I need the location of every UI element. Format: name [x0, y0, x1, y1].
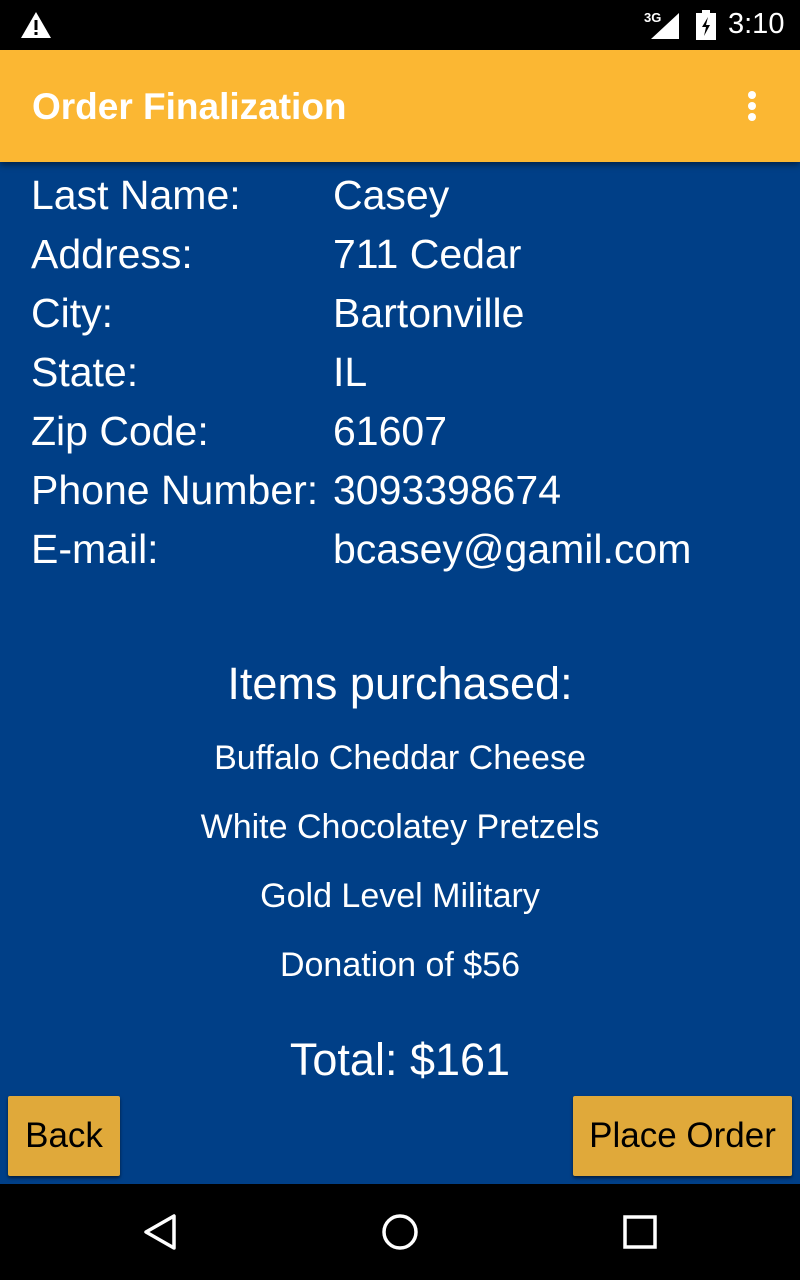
address-label: Address: [31, 231, 193, 277]
items-heading: Items purchased: [227, 658, 573, 709]
last-name-value: Casey [333, 172, 450, 218]
email-value: bcasey@gamil.com [333, 526, 692, 572]
battery-icon [696, 10, 716, 40]
order-total: Total: $161 [289, 1034, 511, 1085]
zip-code-value: 61607 [333, 408, 448, 454]
status-bar: 3G 3:10 [0, 0, 800, 50]
zip-code-label: Zip Code: [31, 408, 209, 454]
status-clock: 3:10 [728, 8, 785, 40]
state-label: State: [31, 349, 139, 395]
back-button[interactable]: Back [8, 1096, 120, 1176]
nav-recents-icon[interactable] [620, 1212, 660, 1252]
nav-back-icon[interactable] [141, 1212, 181, 1252]
item-line: Gold Level Military [260, 877, 540, 915]
state-value: IL [333, 349, 368, 395]
overflow-menu-icon[interactable] [732, 86, 772, 126]
navigation-bar [0, 1184, 800, 1280]
app-bar: Order Finalization [0, 50, 800, 162]
warning-icon [21, 12, 51, 38]
city-value: Bartonville [333, 290, 525, 336]
signal-icon [651, 13, 679, 39]
item-line: White Chocolatey Pretzels [200, 808, 600, 846]
page-title: Order Finalization [32, 86, 347, 127]
last-name-label: Last Name: [31, 172, 241, 218]
place-order-button[interactable]: Place Order [573, 1096, 792, 1176]
city-label: City: [31, 290, 113, 336]
address-value: 711 Cedar [333, 231, 522, 277]
item-line: Buffalo Cheddar Cheese [214, 739, 586, 777]
item-line: Donation of $56 [279, 946, 521, 984]
nav-home-icon[interactable] [380, 1212, 420, 1252]
phone-number-label: Phone Number: [31, 467, 319, 513]
phone-number-value: 3093398674 [333, 467, 562, 513]
email-label: E-mail: [31, 526, 159, 572]
